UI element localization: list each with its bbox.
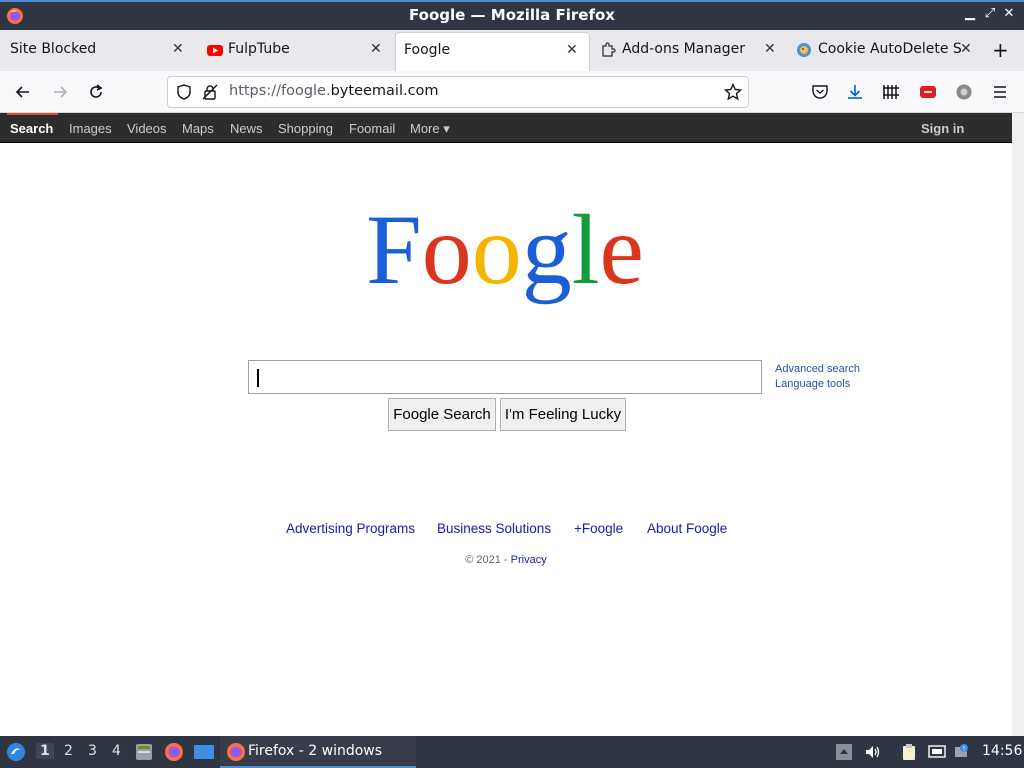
advanced-search-link[interactable]: Advanced search: [775, 362, 860, 377]
menu-hamburger-icon[interactable]: [991, 83, 1009, 101]
back-arrow-icon: [15, 86, 29, 98]
workspace-3[interactable]: 3: [88, 743, 97, 759]
taskbar-firefox-task[interactable]: Firefox - 2 windows: [220, 736, 416, 768]
copyright-text: © 2021 -: [465, 554, 511, 566]
tab-label: Add-ons Manager: [622, 41, 745, 57]
gbar-shopping[interactable]: Shopping: [278, 121, 333, 136]
logo-letter: l: [572, 194, 600, 305]
tab-site-blocked[interactable]: Site Blocked ✕: [0, 30, 196, 71]
sign-in-link[interactable]: Sign in: [921, 121, 964, 136]
url-prefix: https://foogle.: [229, 83, 331, 99]
close-window-icon[interactable]: ✕: [1001, 6, 1017, 21]
tab-cookie-autodelete[interactable]: Cookie AutoDelete S ✕: [788, 30, 982, 71]
close-tab-icon[interactable]: ✕: [960, 41, 972, 57]
page-scrollbar[interactable]: [1012, 113, 1024, 736]
maximize-icon[interactable]: ⤢: [982, 6, 998, 21]
desktop-icon[interactable]: [193, 742, 215, 762]
text-caret: [257, 369, 259, 387]
reload-button[interactable]: [83, 79, 109, 105]
close-tab-icon[interactable]: ✕: [566, 42, 578, 58]
firefox-launcher-icon[interactable]: [164, 742, 184, 762]
plus-foogle-link[interactable]: +Foogle: [574, 521, 623, 536]
youtube-icon: [207, 45, 223, 56]
url-text[interactable]: https://foogle.byteemail.com: [229, 83, 439, 99]
logo-letter: o: [422, 194, 472, 305]
workspace-2[interactable]: 2: [64, 743, 73, 759]
clock: 14:56: [982, 743, 1023, 759]
reload-icon: [90, 84, 103, 98]
foogle-search-button[interactable]: Foogle Search: [388, 398, 496, 431]
logo-letter: o: [472, 194, 522, 305]
foogle-bar: Search Images Videos Maps News Shopping …: [0, 113, 1012, 143]
about-foogle-link[interactable]: About Foogle: [647, 521, 727, 536]
forward-button[interactable]: [47, 79, 73, 105]
shield-icon[interactable]: [176, 84, 192, 100]
business-solutions-link[interactable]: Business Solutions: [437, 521, 551, 536]
extension-red-icon[interactable]: [919, 83, 937, 101]
close-tab-icon[interactable]: ✕: [172, 41, 184, 57]
notification-icon[interactable]: !: [954, 743, 972, 761]
svg-text:!: !: [963, 745, 966, 753]
close-tab-icon[interactable]: ✕: [764, 41, 776, 57]
cookie-icon: [797, 43, 811, 57]
file-manager-icon[interactable]: [134, 742, 154, 762]
taskbar: 1 2 3 4 Firefox - 2 windows ! 14:56: [0, 736, 1024, 768]
gbar-maps[interactable]: Maps: [182, 121, 214, 136]
back-button[interactable]: [10, 79, 36, 105]
new-tab-icon[interactable]: +: [992, 38, 1009, 62]
logo-text: Foogle: [366, 194, 644, 305]
bookmark-star-icon[interactable]: [724, 83, 742, 101]
workspace-1[interactable]: 1: [36, 743, 54, 759]
tab-label: Cookie AutoDelete S: [818, 41, 962, 57]
minimize-icon[interactable]: ▁: [962, 6, 978, 21]
window-titlebar: Foogle — Mozilla Firefox ▁ ⤢ ✕: [0, 0, 1024, 30]
tab-label: Site Blocked: [10, 41, 97, 57]
clipboard-icon[interactable]: [900, 743, 918, 761]
feeling-lucky-button[interactable]: I'm Feeling Lucky: [500, 398, 626, 431]
tab-strip: Site Blocked ✕ FulpTube ✕ Foogle ✕ Add-o…: [0, 30, 1024, 71]
downloads-icon[interactable]: [846, 83, 864, 101]
tab-addons-manager[interactable]: Add-ons Manager ✕: [592, 30, 786, 71]
tab-label: FulpTube: [228, 41, 290, 57]
logo-letter: e: [600, 194, 644, 305]
insecure-lock-icon[interactable]: [202, 84, 218, 100]
network-icon[interactable]: [928, 743, 946, 761]
nav-toolbar: https://foogle.byteemail.com: [0, 71, 1024, 113]
search-input[interactable]: [248, 360, 762, 394]
workspace-4[interactable]: 4: [112, 743, 121, 759]
advertising-programs-link[interactable]: Advertising Programs: [286, 521, 415, 536]
logo-letter: g: [522, 194, 572, 305]
gbar-more[interactable]: More ▾: [410, 121, 450, 137]
puzzle-icon: [602, 42, 616, 57]
gbar-news[interactable]: News: [230, 121, 263, 136]
extension-gray-icon[interactable]: [955, 83, 973, 101]
logo-letter: F: [366, 194, 422, 305]
tab-label: Foogle: [404, 42, 451, 58]
pocket-icon[interactable]: [811, 83, 829, 101]
start-menu-icon[interactable]: [6, 742, 26, 762]
tab-foogle[interactable]: Foogle ✕: [395, 32, 590, 71]
url-bar[interactable]: https://foogle.byteemail.com: [167, 76, 749, 108]
gbar-videos[interactable]: Videos: [127, 121, 167, 136]
language-tools-link[interactable]: Language tools: [775, 377, 860, 392]
library-icon[interactable]: [882, 83, 900, 101]
gbar-images[interactable]: Images: [69, 121, 112, 136]
privacy-link[interactable]: Privacy: [511, 554, 547, 566]
window-title: Foogle — Mozilla Firefox: [409, 6, 615, 24]
firefox-icon: [227, 743, 245, 761]
active-accent: [7, 113, 58, 115]
close-tab-icon[interactable]: ✕: [370, 41, 382, 57]
gbar-foomail[interactable]: Foomail: [349, 121, 395, 136]
gbar-search[interactable]: Search: [10, 121, 53, 136]
page-content: Foogle Advanced search Language tools Fo…: [0, 143, 1012, 736]
tab-fulptube[interactable]: FulpTube ✕: [198, 30, 394, 71]
tray-up-icon[interactable]: [835, 743, 853, 761]
foogle-logo: Foogle: [366, 194, 644, 305]
copyright: © 2021 - Privacy: [0, 554, 1012, 566]
task-label: Firefox - 2 windows: [248, 743, 383, 759]
volume-icon[interactable]: [864, 743, 882, 761]
search-side-links: Advanced search Language tools: [775, 362, 860, 392]
url-domain: byteemail.com: [330, 83, 439, 99]
forward-arrow-icon: [54, 86, 68, 98]
